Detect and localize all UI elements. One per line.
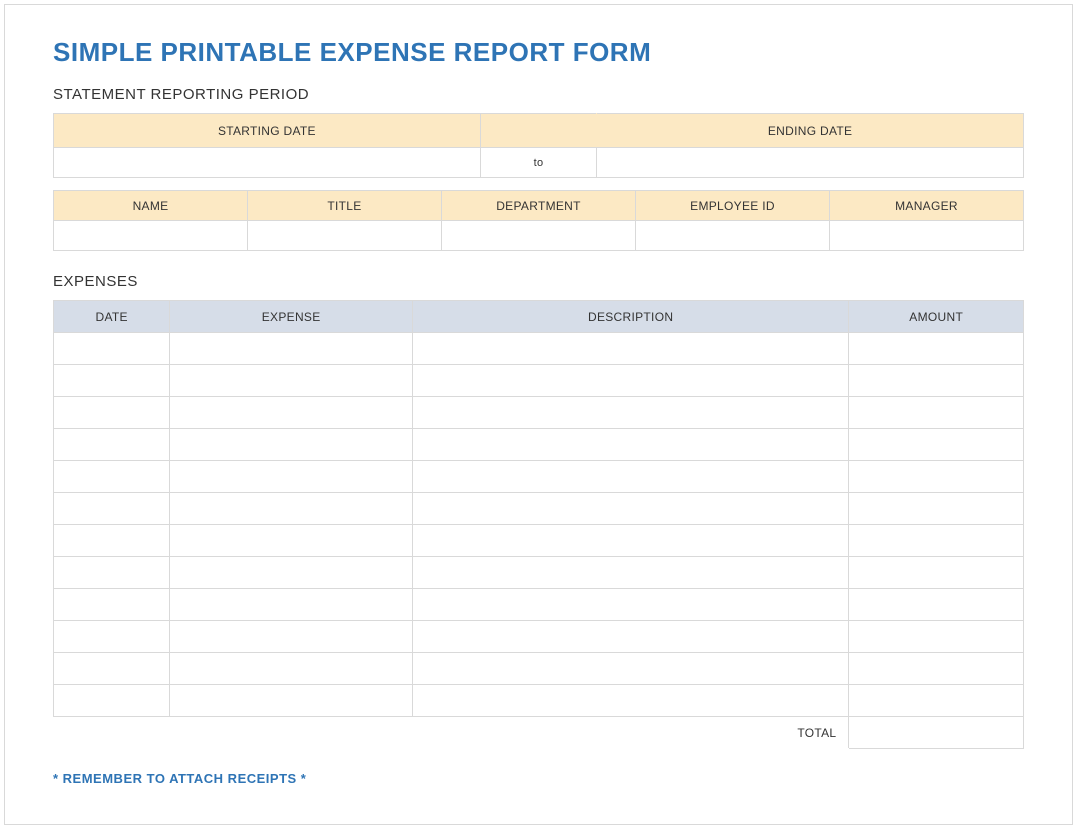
ending-date-cell[interactable] (597, 148, 1024, 178)
expense-expense-cell[interactable] (170, 589, 413, 621)
expenses-section-label: EXPENSES (53, 273, 1024, 290)
expense-expense-cell[interactable] (170, 685, 413, 717)
expense-amount-cell[interactable] (849, 461, 1024, 493)
expense-date-cell[interactable] (54, 397, 170, 429)
expenses-header-date: DATE (54, 301, 170, 333)
expenses-table: DATE EXPENSE DESCRIPTION AMOUNT TOTAL (53, 300, 1024, 749)
expense-date-cell[interactable] (54, 493, 170, 525)
employee-id-cell[interactable] (636, 221, 830, 251)
employee-title-cell[interactable] (248, 221, 442, 251)
expense-date-cell[interactable] (54, 461, 170, 493)
employee-header-title: TITLE (248, 191, 442, 221)
starting-date-cell[interactable] (54, 148, 481, 178)
period-header-spacer (480, 114, 596, 148)
expense-description-cell[interactable] (412, 365, 849, 397)
expense-expense-cell[interactable] (170, 493, 413, 525)
expense-date-cell[interactable] (54, 365, 170, 397)
period-to-label: to (480, 148, 596, 178)
table-row (54, 333, 1024, 365)
expense-description-cell[interactable] (412, 461, 849, 493)
expense-expense-cell[interactable] (170, 397, 413, 429)
expense-description-cell[interactable] (412, 621, 849, 653)
table-row (54, 621, 1024, 653)
table-row (54, 365, 1024, 397)
employee-header-manager: MANAGER (830, 191, 1024, 221)
expense-description-cell[interactable] (412, 525, 849, 557)
expense-amount-cell[interactable] (849, 589, 1024, 621)
expense-amount-cell[interactable] (849, 557, 1024, 589)
expense-amount-cell[interactable] (849, 685, 1024, 717)
expense-date-cell[interactable] (54, 429, 170, 461)
expenses-header-amount: AMOUNT (849, 301, 1024, 333)
expense-amount-cell[interactable] (849, 493, 1024, 525)
expense-date-cell[interactable] (54, 589, 170, 621)
expense-expense-cell[interactable] (170, 557, 413, 589)
period-section-label: STATEMENT REPORTING PERIOD (53, 86, 1024, 103)
expense-expense-cell[interactable] (170, 429, 413, 461)
period-table: STARTING DATE ENDING DATE to (53, 113, 1024, 178)
expense-amount-cell[interactable] (849, 365, 1024, 397)
employee-manager-cell[interactable] (830, 221, 1024, 251)
expense-description-cell[interactable] (412, 493, 849, 525)
expense-date-cell[interactable] (54, 557, 170, 589)
employee-header-employeeid: EMPLOYEE ID (636, 191, 830, 221)
expense-expense-cell[interactable] (170, 653, 413, 685)
expense-amount-cell[interactable] (849, 429, 1024, 461)
expense-amount-cell[interactable] (849, 653, 1024, 685)
table-row (54, 685, 1024, 717)
starting-date-header: STARTING DATE (54, 114, 481, 148)
employee-header-name: NAME (54, 191, 248, 221)
total-label: TOTAL (54, 717, 849, 749)
expense-expense-cell[interactable] (170, 525, 413, 557)
expense-amount-cell[interactable] (849, 621, 1024, 653)
expense-expense-cell[interactable] (170, 365, 413, 397)
total-value-cell[interactable] (849, 717, 1024, 749)
expense-amount-cell[interactable] (849, 525, 1024, 557)
table-row (54, 557, 1024, 589)
expense-amount-cell[interactable] (849, 397, 1024, 429)
employee-department-cell[interactable] (442, 221, 636, 251)
employee-table: NAME TITLE DEPARTMENT EMPLOYEE ID MANAGE… (53, 190, 1024, 251)
expense-description-cell[interactable] (412, 653, 849, 685)
table-row (54, 525, 1024, 557)
expense-date-cell[interactable] (54, 525, 170, 557)
expenses-header-description: DESCRIPTION (412, 301, 849, 333)
expense-date-cell[interactable] (54, 621, 170, 653)
expense-description-cell[interactable] (412, 429, 849, 461)
expenses-section: EXPENSES DATE EXPENSE DESCRIPTION AMOUNT… (53, 273, 1024, 749)
expense-description-cell[interactable] (412, 685, 849, 717)
table-row (54, 589, 1024, 621)
expense-expense-cell[interactable] (170, 333, 413, 365)
footer-note: * REMEMBER TO ATTACH RECEIPTS * (53, 771, 1024, 786)
expense-description-cell[interactable] (412, 397, 849, 429)
expense-date-cell[interactable] (54, 685, 170, 717)
expense-amount-cell[interactable] (849, 333, 1024, 365)
employee-name-cell[interactable] (54, 221, 248, 251)
expenses-header-expense: EXPENSE (170, 301, 413, 333)
expense-description-cell[interactable] (412, 589, 849, 621)
form-page: SIMPLE PRINTABLE EXPENSE REPORT FORM STA… (4, 4, 1073, 825)
form-title: SIMPLE PRINTABLE EXPENSE REPORT FORM (53, 37, 1024, 68)
expense-date-cell[interactable] (54, 333, 170, 365)
expense-description-cell[interactable] (412, 333, 849, 365)
table-row (54, 653, 1024, 685)
expense-description-cell[interactable] (412, 557, 849, 589)
expense-date-cell[interactable] (54, 653, 170, 685)
employee-header-department: DEPARTMENT (442, 191, 636, 221)
table-row (54, 461, 1024, 493)
table-row (54, 397, 1024, 429)
ending-date-header: ENDING DATE (597, 114, 1024, 148)
expense-expense-cell[interactable] (170, 621, 413, 653)
expense-expense-cell[interactable] (170, 461, 413, 493)
table-row (54, 493, 1024, 525)
table-row (54, 429, 1024, 461)
